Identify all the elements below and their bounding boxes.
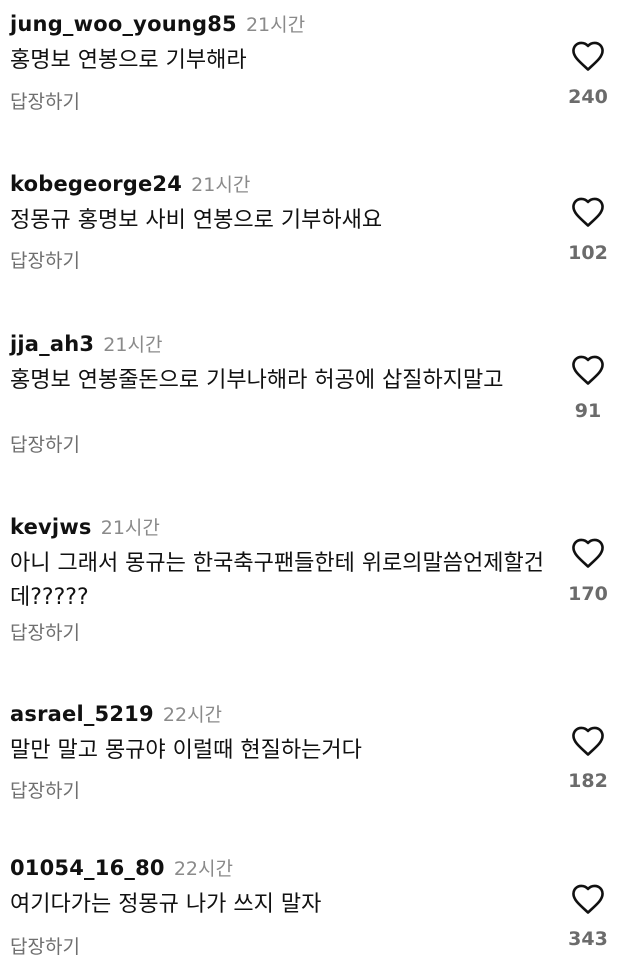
comment-meta: jja_ah3 21시간 — [10, 326, 162, 362]
comment-text: 말만 말고 몽규야 이럴때 현질하는거다 — [10, 738, 362, 763]
comment-text: 홍명보 연봉줄돈으로 기부나해라 허공에 삽질하지말고 — [10, 368, 504, 393]
comment-meta: jung_woo_young85 21시간 — [10, 6, 305, 42]
comment-meta: asrael_5219 22시간 — [10, 696, 222, 732]
comment-text: 홍명보 연봉으로 기부해라 — [10, 48, 247, 73]
like-count: 91 — [574, 400, 602, 422]
comment-text: 아니 그래서 몽규는 한국축구팬들한테 위로의말씀언제할건데????? — [10, 551, 544, 610]
reply-button[interactable]: 답장하기 — [10, 932, 80, 962]
like-count: 343 — [568, 928, 608, 950]
like-count: 240 — [568, 86, 608, 108]
comment-timestamp: 21시간 — [191, 174, 251, 196]
comment-list: jung_woo_young85 21시간 홍명보 연봉으로 기부해라 답장하기… — [0, 0, 640, 971]
heart-outline-icon[interactable] — [570, 725, 606, 757]
like-count: 182 — [568, 770, 608, 792]
comment-timestamp: 22시간 — [173, 858, 233, 880]
reply-button[interactable]: 답장하기 — [10, 618, 80, 648]
comment-username[interactable]: jja_ah3 — [10, 332, 94, 356]
comment-username[interactable]: kobegeorge24 — [10, 172, 182, 196]
comment-username[interactable]: kevjws — [10, 515, 92, 539]
heart-outline-icon[interactable] — [570, 883, 606, 915]
heart-outline-icon[interactable] — [570, 354, 606, 386]
comment-username[interactable]: asrael_5219 — [10, 702, 154, 726]
comment-timestamp: 21시간 — [245, 14, 306, 36]
comment-text: 정몽규 홍명보 사비 연봉으로 기부하새요 — [10, 208, 383, 233]
comment-meta: kobegeorge24 21시간 — [10, 166, 250, 202]
comment-meta: 01054_16_80 22시간 — [10, 850, 233, 886]
comment-text: 여기다가는 정몽규 나가 쓰지 말자 — [10, 892, 322, 917]
heart-outline-icon[interactable] — [570, 40, 606, 72]
heart-outline-icon[interactable] — [570, 196, 606, 228]
comment-username[interactable]: jung_woo_young85 — [10, 12, 237, 36]
reply-button[interactable]: 답장하기 — [10, 246, 80, 276]
comment-timestamp: 21시간 — [100, 517, 160, 539]
like-count: 102 — [568, 242, 608, 264]
comment-timestamp: 21시간 — [103, 334, 163, 356]
like-count: 170 — [568, 583, 608, 605]
reply-button[interactable]: 답장하기 — [10, 430, 80, 460]
heart-outline-icon[interactable] — [570, 537, 606, 569]
reply-button[interactable]: 답장하기 — [10, 87, 80, 117]
comment-timestamp: 22시간 — [162, 704, 223, 726]
comment-meta: kevjws 21시간 — [10, 509, 160, 545]
reply-button[interactable]: 답장하기 — [10, 776, 80, 806]
comment-username[interactable]: 01054_16_80 — [10, 856, 165, 880]
